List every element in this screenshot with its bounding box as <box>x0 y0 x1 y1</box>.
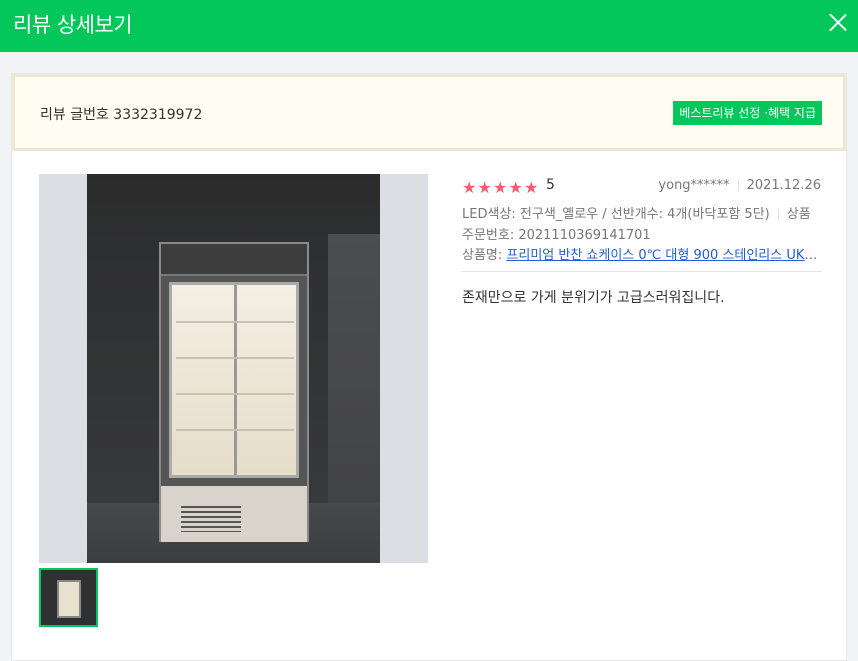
star-icon: ★ <box>508 178 523 197</box>
review-text: 존재만으로 가게 분위기가 고급스러워집니다. <box>462 290 725 306</box>
star-icon: ★ <box>524 178 539 197</box>
divider <box>777 209 779 220</box>
divider <box>462 271 822 272</box>
product-info: 상품명: 프리미엄 반찬 쇼케이스 0℃ 대형 900 스테인리스 UK3-90… <box>462 244 822 263</box>
review-panel: 리뷰 글번호 3332319972 베스트리뷰 선정 ·혜택 지급 ★★★★★ … <box>11 73 847 661</box>
reviewer-id: yong****** <box>658 178 730 193</box>
star-icon: ★ <box>462 178 477 197</box>
review-meta: yong****** 2021.12.26 <box>658 178 821 193</box>
product-link[interactable]: 프리미엄 반찬 쇼케이스 0℃ 대형 900 스테인리스 UK3-900 <box>506 248 822 263</box>
photo-thumbnail[interactable] <box>39 568 98 627</box>
rating-score: 5 <box>546 177 555 193</box>
showcase-fridge-image <box>159 242 309 542</box>
review-date: 2021.12.26 <box>746 178 821 193</box>
best-review-badge: 베스트리뷰 선정 ·혜택 지급 <box>673 101 822 125</box>
star-icon: ★ <box>477 178 492 197</box>
review-number: 리뷰 글번호 3332319972 <box>40 107 203 123</box>
modal-header: 리뷰 상세보기 <box>0 0 858 52</box>
modal-title: 리뷰 상세보기 <box>13 13 133 37</box>
star-rating: ★★★★★ <box>462 178 540 197</box>
product-label: 상품명: <box>462 248 507 263</box>
option-tail: 상품 <box>786 207 811 222</box>
close-icon[interactable] <box>828 12 848 32</box>
review-number-bar: 리뷰 글번호 3332319972 베스트리뷰 선정 ·혜택 지급 <box>12 74 846 151</box>
review-photo <box>39 174 428 563</box>
order-number: 주문번호: 2021110369141701 <box>462 228 651 243</box>
option-info: LED색상: 전구색_옐로우 / 선반개수: 4개(바닥포함 5단) 상품 <box>462 203 826 222</box>
divider <box>737 180 739 191</box>
option-text: LED색상: 전구색_옐로우 / 선반개수: 4개(바닥포함 5단) <box>462 207 770 222</box>
review-photo-image <box>87 174 380 563</box>
star-icon: ★ <box>493 178 508 197</box>
